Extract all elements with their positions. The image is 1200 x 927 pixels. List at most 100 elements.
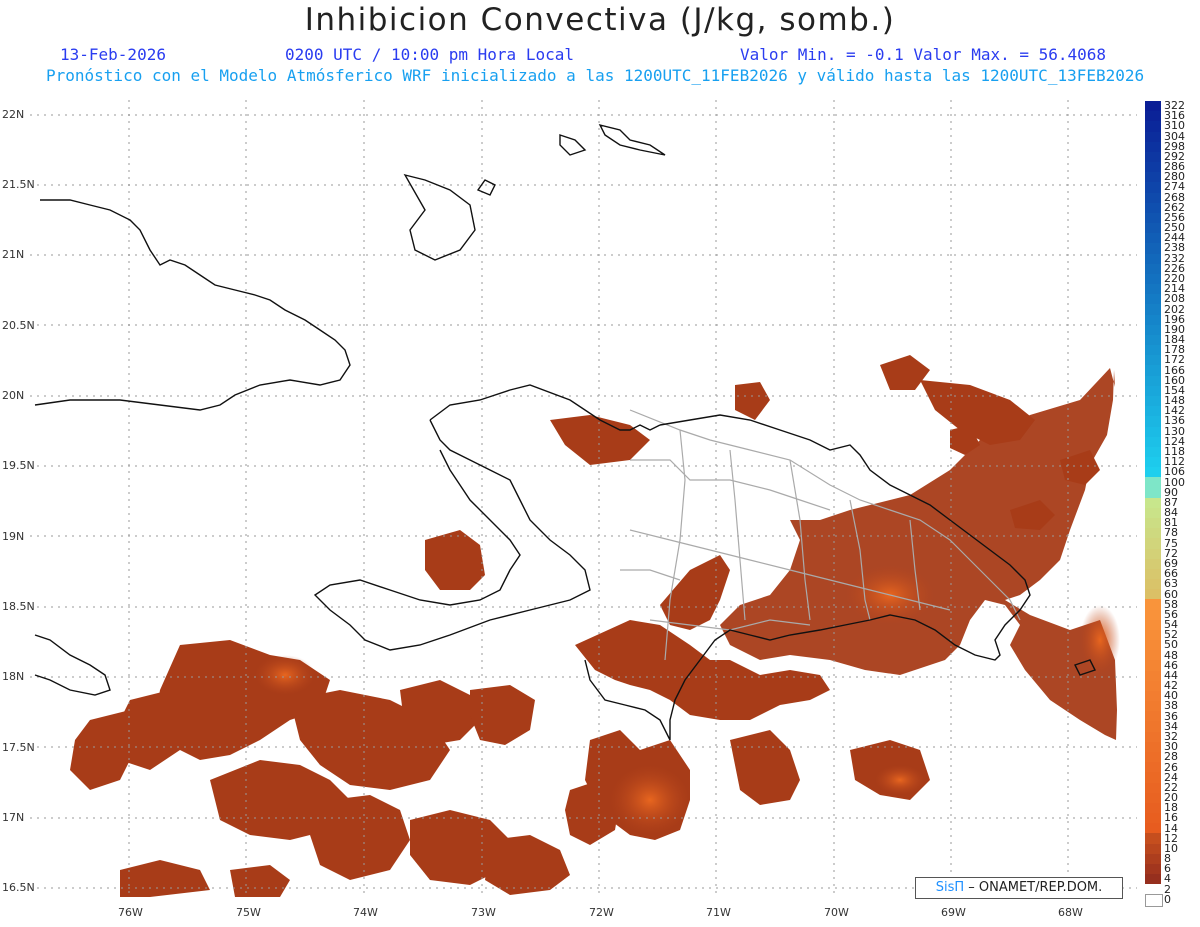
colorbar-label: 0 bbox=[1164, 892, 1171, 906]
colorbar-swatch bbox=[1145, 467, 1161, 478]
lat-label: 20.5N bbox=[2, 319, 35, 332]
colorbar-swatch bbox=[1145, 446, 1161, 458]
credit-brand: SisΠ bbox=[935, 880, 965, 895]
colorbar-swatch bbox=[1145, 355, 1161, 366]
lat-label: 17N bbox=[2, 811, 25, 824]
colorbar-swatch bbox=[1145, 660, 1161, 671]
colorbar-swatch bbox=[1145, 650, 1161, 661]
colorbar-swatch bbox=[1145, 223, 1161, 234]
colorbar-swatch bbox=[1145, 843, 1161, 854]
colorbar-swatch bbox=[1145, 406, 1161, 417]
lon-label: 74W bbox=[353, 906, 378, 919]
colorbar-swatch bbox=[1145, 233, 1161, 244]
colorbar-swatch bbox=[1145, 701, 1161, 712]
colorbar-swatch bbox=[1145, 833, 1161, 844]
colorbar-swatch bbox=[1145, 853, 1161, 864]
colorbar-swatch bbox=[1145, 151, 1161, 163]
colorbar-swatch bbox=[1145, 752, 1161, 763]
colorbar bbox=[1145, 101, 1163, 907]
lon-label: 76W bbox=[118, 906, 143, 919]
colorbar-swatch bbox=[1145, 874, 1161, 885]
colorbar-swatch bbox=[1145, 395, 1161, 407]
colorbar-swatch bbox=[1145, 579, 1161, 590]
colorbar-swatch bbox=[1145, 334, 1161, 346]
colorbar-swatch bbox=[1145, 253, 1161, 264]
lon-label: 70W bbox=[824, 906, 849, 919]
colorbar-swatch bbox=[1145, 640, 1161, 651]
colorbar-swatch bbox=[1145, 192, 1161, 203]
colorbar-swatch bbox=[1145, 141, 1161, 152]
colorbar-swatch bbox=[1145, 589, 1161, 600]
lat-label: 19N bbox=[2, 530, 25, 543]
colorbar-swatch bbox=[1145, 385, 1161, 396]
colorbar-swatch bbox=[1145, 436, 1161, 447]
colorbar-swatch bbox=[1145, 884, 1161, 895]
forecast-time: 0200 UTC / 10:00 pm Hora Local bbox=[285, 45, 574, 64]
colorbar-swatch bbox=[1145, 121, 1161, 132]
colorbar-swatch bbox=[1145, 365, 1161, 376]
lon-label: 68W bbox=[1058, 906, 1083, 919]
model-subtitle: Pronóstico con el Modelo Atmósferico WRF… bbox=[46, 66, 1145, 85]
lon-label: 75W bbox=[236, 906, 261, 919]
colorbar-swatch bbox=[1145, 619, 1161, 630]
colorbar-swatch bbox=[1145, 212, 1161, 224]
colorbar-swatch bbox=[1145, 772, 1161, 783]
colorbar-swatch bbox=[1145, 294, 1161, 305]
colorbar-swatch bbox=[1145, 670, 1161, 681]
colorbar-swatch bbox=[1145, 263, 1161, 274]
colorbar-swatch bbox=[1145, 497, 1161, 508]
colorbar-swatch bbox=[1145, 629, 1161, 641]
lat-label: 21.5N bbox=[2, 178, 35, 191]
colorbar-swatch bbox=[1145, 599, 1161, 610]
lat-label: 18N bbox=[2, 670, 25, 683]
colorbar-swatch bbox=[1145, 507, 1161, 519]
map-panel bbox=[30, 100, 1137, 897]
lat-label: 17.5N bbox=[2, 741, 35, 754]
colorbar-swatch bbox=[1145, 375, 1161, 386]
lat-label: 16.5N bbox=[2, 881, 35, 894]
colorbar-swatch bbox=[1145, 548, 1161, 559]
colorbar-swatch bbox=[1145, 477, 1161, 488]
colorbar-swatch bbox=[1145, 894, 1163, 907]
lat-label: 21N bbox=[2, 248, 25, 261]
colorbar-swatch bbox=[1145, 426, 1161, 437]
colorbar-swatch bbox=[1145, 101, 1161, 112]
colorbar-swatch bbox=[1145, 131, 1161, 142]
colorbar-swatch bbox=[1145, 345, 1161, 356]
lat-label: 22N bbox=[2, 108, 25, 121]
colorbar-swatch bbox=[1145, 802, 1161, 814]
lon-label: 71W bbox=[706, 906, 731, 919]
credit-text: – ONAMET/REP.DOM. bbox=[968, 880, 1103, 895]
colorbar-swatch bbox=[1145, 304, 1161, 315]
colorbar-swatch bbox=[1145, 314, 1161, 325]
cin-field bbox=[70, 355, 1117, 897]
colorbar-swatch bbox=[1145, 609, 1161, 620]
colorbar-swatch bbox=[1145, 558, 1161, 569]
colorbar-swatch bbox=[1145, 731, 1161, 742]
map-title: Inhibicion Convectiva (J/kg, somb.) bbox=[304, 2, 896, 38]
colorbar-swatch bbox=[1145, 487, 1161, 498]
colorbar-swatch bbox=[1145, 518, 1161, 529]
colorbar-swatch bbox=[1145, 172, 1161, 183]
colorbar-swatch bbox=[1145, 324, 1161, 335]
min-max-values: Valor Min. = -0.1 Valor Max. = 56.4068 bbox=[740, 45, 1107, 64]
colorbar-swatch bbox=[1145, 273, 1161, 285]
colorbar-swatch bbox=[1145, 568, 1161, 580]
colorbar-swatch bbox=[1145, 863, 1161, 875]
lat-label: 20N bbox=[2, 389, 25, 402]
colorbar-swatch bbox=[1145, 711, 1161, 722]
colorbar-swatch bbox=[1145, 690, 1161, 702]
colorbar-swatch bbox=[1145, 202, 1161, 213]
colorbar-swatch bbox=[1145, 284, 1161, 295]
colorbar-swatch bbox=[1145, 457, 1161, 468]
lon-label: 72W bbox=[589, 906, 614, 919]
lon-label: 73W bbox=[471, 906, 496, 919]
forecast-date: 13-Feb-2026 bbox=[60, 45, 166, 64]
lat-label: 18.5N bbox=[2, 600, 35, 613]
colorbar-swatch bbox=[1145, 538, 1161, 549]
colorbar-swatch bbox=[1145, 162, 1161, 173]
credit-box: SisΠ – ONAMET/REP.DOM. bbox=[915, 877, 1123, 899]
lat-label: 19.5N bbox=[2, 459, 35, 472]
colorbar-swatch bbox=[1145, 182, 1161, 193]
colorbar-swatch bbox=[1145, 528, 1161, 539]
